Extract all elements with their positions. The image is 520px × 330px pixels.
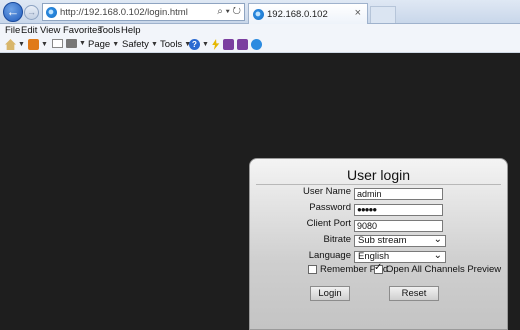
feeds-button[interactable]: ▼ [28, 39, 48, 50]
menu-edit[interactable]: Edit [21, 25, 37, 36]
preview-label: Open All Channels Preview [386, 264, 502, 275]
menu-view[interactable]: View [40, 25, 60, 36]
tab-close-icon[interactable]: × [355, 7, 361, 19]
password-label: Password [309, 202, 351, 213]
login-button[interactable]: Login [310, 286, 350, 301]
menu-help[interactable]: Help [121, 25, 141, 36]
remember-pwd-checkbox[interactable] [308, 265, 317, 274]
menu-bar: File Edit View Favorites Tools Help [0, 24, 520, 38]
onenote-icon [223, 39, 234, 50]
skype-button[interactable] [251, 39, 262, 50]
skype-icon [251, 39, 262, 50]
check-icon: ✓ [374, 262, 383, 273]
username-label: User Name [302, 186, 351, 197]
preview-option[interactable]: ✓ Open All Channels Preview [374, 262, 502, 275]
print-button[interactable]: ▼ [66, 39, 86, 48]
mail-button[interactable] [52, 39, 63, 48]
back-button[interactable]: ← [3, 2, 23, 22]
home-icon [5, 39, 16, 50]
bitrate-select[interactable]: Sub stream ⌄ [354, 235, 446, 247]
chevron-down-icon: ▼ [202, 41, 209, 48]
tab-ie-icon [253, 8, 264, 20]
address-url: http://192.168.0.102/login.html [60, 6, 188, 18]
chevron-down-icon: ⌄ [433, 250, 442, 261]
onenote-linked-button[interactable] [237, 39, 248, 50]
bolt-icon [212, 39, 220, 50]
chevron-down-icon: ⌄ [433, 234, 442, 245]
help-icon: ? [189, 39, 200, 50]
feed-icon [28, 39, 39, 50]
chevron-down-icon: ▼ [112, 41, 120, 48]
menu-file[interactable]: File [5, 25, 20, 36]
help-button[interactable]: ? ▼ [189, 39, 209, 50]
language-value: English [358, 251, 390, 262]
language-label: Language [308, 250, 351, 261]
address-bar[interactable]: http://192.168.0.102/login.html ⌕ ▾ ↻ [42, 3, 245, 21]
ie-page-icon [46, 6, 57, 18]
username-input[interactable]: admin [354, 188, 443, 200]
page-menu-label: Page [88, 39, 111, 50]
bitrate-label: Bitrate [323, 234, 351, 245]
language-select[interactable]: English ⌄ [354, 251, 446, 263]
browser-titlebar: ← → http://192.168.0.102/login.html ⌕ ▾ … [0, 0, 520, 24]
forward-button[interactable]: → [24, 5, 39, 20]
preview-checkbox[interactable]: ✓ [374, 262, 383, 274]
home-button[interactable]: ▼ [5, 39, 25, 50]
safety-menu[interactable]: Safety ▼ [122, 39, 158, 50]
forward-arrow-icon: → [27, 7, 36, 17]
tools-menu-label: Tools [160, 39, 183, 50]
page-menu[interactable]: Page ▼ [88, 39, 119, 50]
address-controls[interactable]: ⌕ ▾ ↻ [217, 6, 241, 17]
browser-tab[interactable]: 192.168.0.102 × [248, 3, 368, 24]
menu-tools[interactable]: Tools [98, 25, 120, 36]
new-tab-button[interactable] [370, 6, 396, 23]
reset-button[interactable]: Reset [389, 286, 439, 301]
bitrate-value: Sub stream [358, 235, 407, 246]
chevron-down-icon: ▼ [79, 40, 86, 47]
menu-favorites[interactable]: Favorites [63, 25, 102, 36]
print-icon [66, 39, 77, 48]
onenote-button[interactable] [223, 39, 234, 50]
client-port-input[interactable]: 9080 [354, 220, 443, 232]
back-arrow-icon: ← [6, 4, 20, 19]
tools-menu[interactable]: Tools ▼ [160, 39, 191, 50]
tab-title: 192.168.0.102 [267, 8, 328, 20]
safety-menu-label: Safety [122, 39, 149, 50]
accelerator-button[interactable] [210, 39, 221, 50]
title-divider [256, 184, 501, 185]
chevron-down-icon: ▼ [41, 41, 48, 48]
chevron-down-icon: ▼ [150, 41, 158, 48]
onenote-linked-icon [237, 39, 248, 50]
command-bar: ▼ ▼ ▼ Page ▼ Safety ▼ Tools ▼ ? ▼ [0, 38, 520, 53]
client-port-label: Client Port [306, 218, 351, 229]
login-title: User login [346, 167, 411, 183]
mail-icon [52, 39, 63, 48]
password-input[interactable]: ●●●●● [354, 204, 443, 216]
chevron-down-icon: ▼ [18, 41, 25, 48]
